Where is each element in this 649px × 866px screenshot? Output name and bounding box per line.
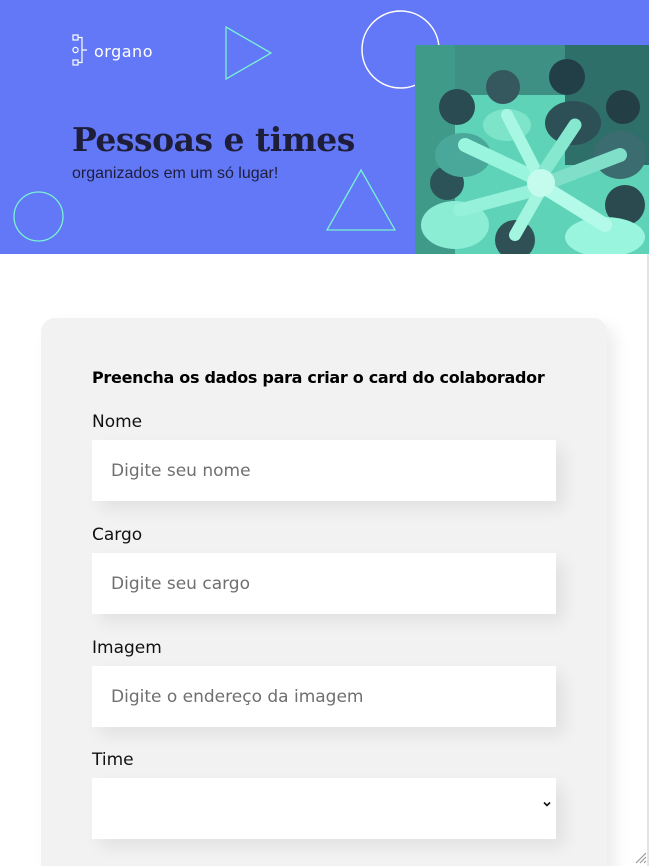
circle-outline-left-icon [13,191,64,242]
team-label: Time [92,750,134,770]
organization-chart-icon [72,34,87,66]
chevron-down-icon [543,801,551,807]
name-label: Nome [92,412,143,432]
team-select[interactable] [92,778,556,839]
team-hands-photo [415,45,649,254]
page-title: Pessoas e times [72,120,355,159]
form-heading: Preencha os dados para criar o card do c… [92,368,545,387]
page-subtitle: organizados em um só lugar! [72,165,279,182]
image-label: Imagem [92,638,162,658]
image-url-input[interactable] [92,666,556,727]
name-input[interactable] [92,440,556,501]
collaborator-form: Preencha os dados para criar o card do c… [41,318,607,866]
logo[interactable]: organo [72,34,153,68]
triangle-outline-bottom-icon [325,168,397,231]
role-input[interactable] [92,553,556,614]
role-label: Cargo [92,525,143,545]
header-banner: organo Pessoas e times organizados em um… [0,0,649,254]
logo-text: organo [94,41,153,61]
resize-grip-icon[interactable] [633,850,647,864]
triangle-outline-top-icon [225,25,273,81]
